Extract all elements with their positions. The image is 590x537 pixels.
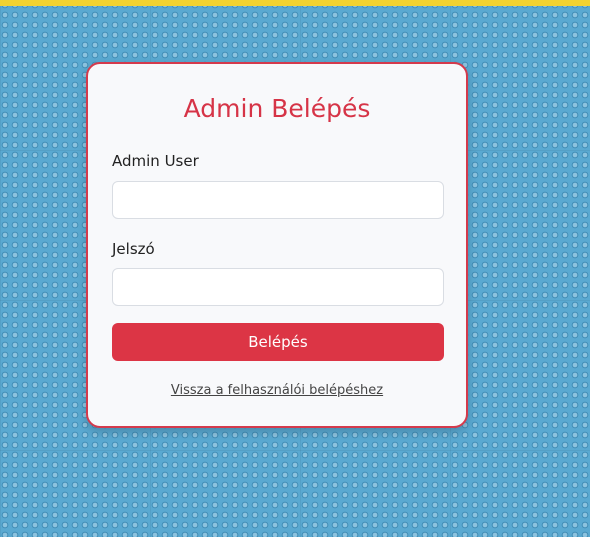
login-button[interactable]: Belépés bbox=[112, 323, 444, 361]
password-input[interactable] bbox=[112, 268, 444, 306]
password-label: Jelszó bbox=[112, 240, 155, 258]
admin-login-card: Admin Belépés Admin User Jelszó Belépés … bbox=[86, 62, 468, 428]
admin-user-label: Admin User bbox=[112, 152, 199, 170]
top-accent-bar bbox=[0, 0, 590, 6]
admin-user-input[interactable] bbox=[112, 181, 444, 219]
back-to-user-login-link[interactable]: Vissza a felhasználói belépéshez bbox=[88, 383, 466, 398]
login-title: Admin Belépés bbox=[183, 94, 371, 123]
